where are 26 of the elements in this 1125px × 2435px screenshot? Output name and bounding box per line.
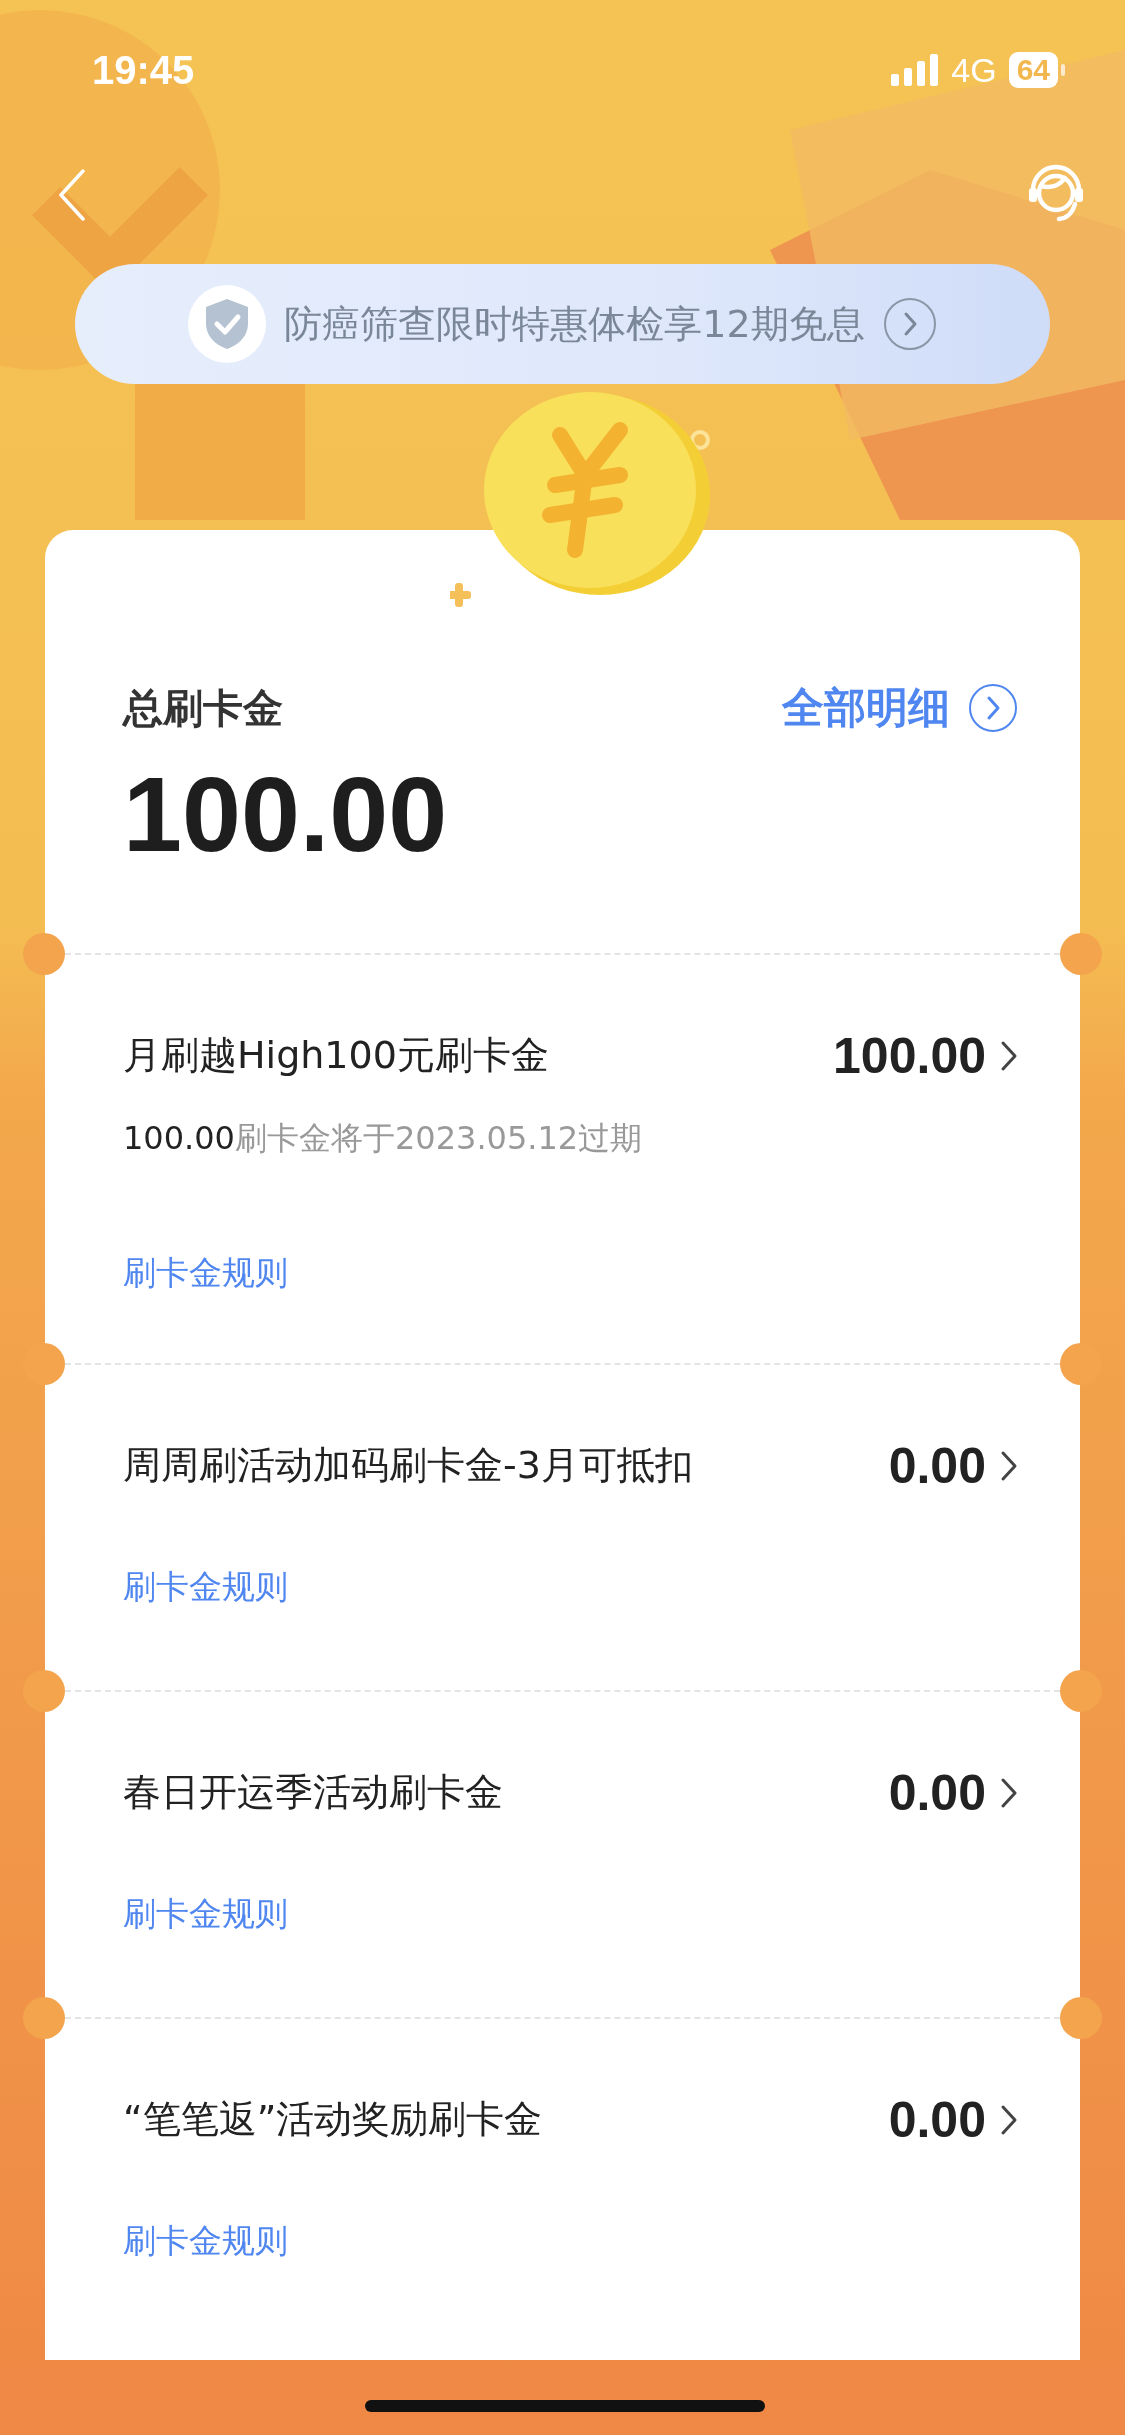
all-details-link[interactable]: 全部明细	[782, 680, 1018, 736]
credit-amount: 0.00	[888, 2090, 986, 2149]
credit-title: 周周刷活动加码刷卡金-3月可抵扣	[123, 1442, 693, 1490]
credit-amount: 100.00	[833, 1026, 986, 1085]
chevron-right-icon[interactable]	[1000, 1039, 1018, 1072]
chevron-circle-icon	[882, 297, 937, 351]
expiry-note: 100.00刷卡金将于2023.05.12过期	[123, 1117, 644, 1159]
chevron-circle-icon	[968, 683, 1018, 733]
credit-title: 春日开运季活动刷卡金	[123, 1769, 503, 1817]
chevron-right-icon[interactable]	[1000, 1776, 1018, 1809]
chevron-right-icon[interactable]	[1000, 2103, 1018, 2136]
credit-amount: 0.00	[888, 1436, 986, 1495]
status-time: 19:45	[92, 47, 195, 93]
credit-title: “笔笔返”活动奖励刷卡金	[123, 2096, 543, 2144]
rules-link[interactable]: 刷卡金规则	[123, 1891, 288, 1937]
promo-banner[interactable]: 防癌筛查限时特惠体检享12期免息	[75, 264, 1050, 384]
rules-link[interactable]: 刷卡金规则	[123, 1250, 288, 1296]
credit-amount: 0.00	[888, 1763, 986, 1822]
total-amount: 100.00	[123, 756, 449, 873]
rules-link[interactable]: 刷卡金规则	[123, 1564, 288, 1610]
chevron-right-icon[interactable]	[1000, 1449, 1018, 1482]
signal-icon	[891, 54, 940, 86]
total-label: 总刷卡金	[123, 683, 283, 733]
rules-link[interactable]: 刷卡金规则	[123, 2218, 288, 2264]
credit-title: 月刷越High100元刷卡金	[123, 1032, 549, 1080]
network-label: 4G	[951, 50, 997, 90]
